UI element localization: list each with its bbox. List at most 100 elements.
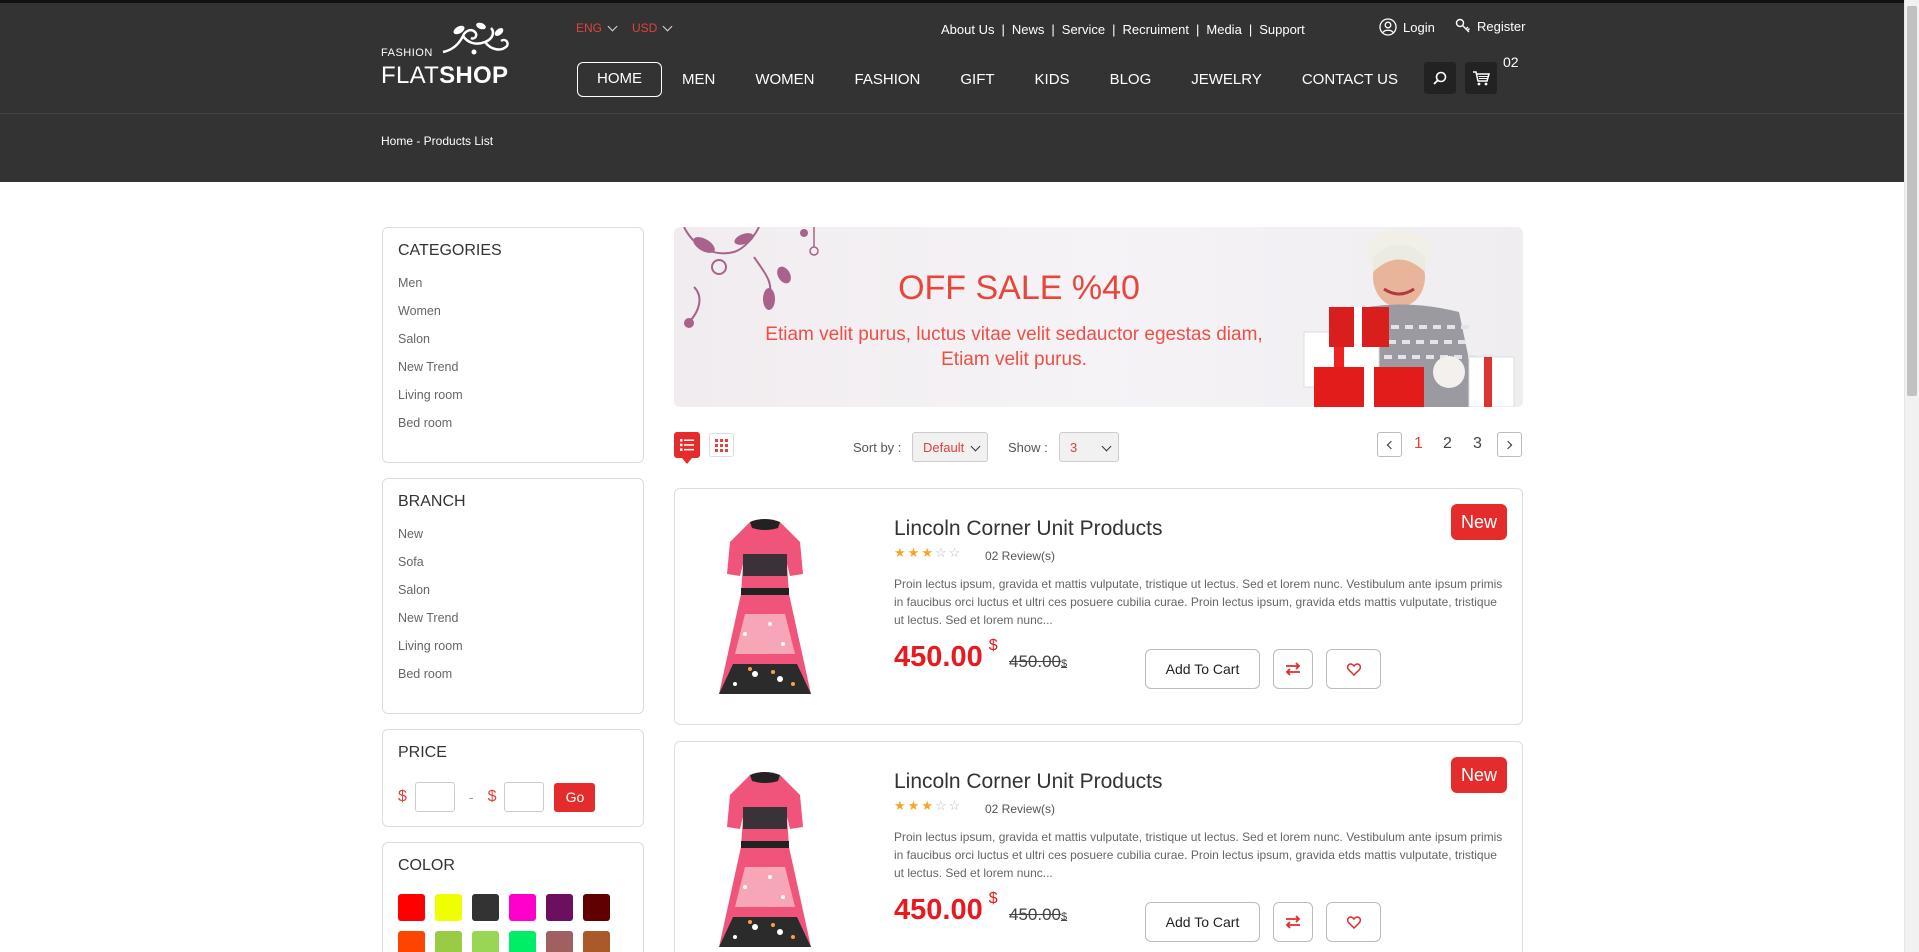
compare-icon	[1285, 662, 1301, 676]
grid-view-button[interactable]	[709, 433, 734, 457]
chevron-right-icon	[1503, 440, 1513, 449]
review-count[interactable]: 02 Review(s)	[985, 802, 1055, 816]
star-filled-icon: ★	[907, 545, 920, 560]
site-logo[interactable]: FASHION FLATSHOP	[381, 22, 521, 92]
category-item[interactable]: New Trend	[398, 357, 628, 385]
nav-jewelry[interactable]: JEWELRY	[1171, 62, 1282, 97]
color-swatch[interactable]	[472, 894, 499, 921]
color-swatch[interactable]	[398, 931, 425, 952]
search-button[interactable]	[1424, 62, 1456, 94]
nav-contact-us[interactable]: CONTACT US	[1282, 62, 1418, 97]
dress-image[interactable]	[715, 514, 815, 704]
link-recruiment[interactable]: Recruiment	[1123, 22, 1189, 37]
nav-blog[interactable]: BLOG	[1090, 62, 1172, 97]
prev-page-button[interactable]	[1377, 432, 1402, 457]
branch-item[interactable]: New	[398, 524, 628, 552]
cart-icon	[1473, 71, 1490, 86]
star-filled-icon: ★	[894, 545, 906, 560]
category-item[interactable]: Salon	[398, 329, 628, 357]
compare-button[interactable]	[1273, 649, 1313, 689]
show-select[interactable]: 3	[1059, 432, 1119, 462]
color-swatch[interactable]	[472, 931, 499, 952]
color-swatch[interactable]	[509, 894, 536, 921]
add-to-cart-button[interactable]: Add To Cart	[1145, 649, 1260, 689]
page-scrollbar[interactable]	[1904, 0, 1919, 952]
link-service[interactable]: Service	[1062, 22, 1105, 37]
color-swatch[interactable]	[583, 931, 610, 952]
cart-button[interactable]	[1465, 62, 1497, 94]
category-item[interactable]: Bed room	[398, 413, 628, 441]
chevron-down-icon	[662, 21, 673, 31]
compare-icon	[1285, 915, 1301, 929]
wishlist-button[interactable]	[1326, 649, 1381, 689]
color-swatch[interactable]	[509, 931, 536, 952]
nav-men[interactable]: MEN	[662, 62, 735, 97]
branch-item[interactable]: Salon	[398, 580, 628, 608]
sort-select[interactable]: Default	[912, 432, 988, 462]
grid-icon	[715, 438, 728, 452]
product-title[interactable]: Lincoln Corner Unit Products	[894, 517, 1162, 541]
product-title[interactable]: Lincoln Corner Unit Products	[894, 770, 1162, 794]
login-label: Login	[1403, 19, 1435, 35]
color-swatch[interactable]	[546, 931, 573, 952]
link-media[interactable]: Media	[1206, 22, 1241, 37]
price-go-button[interactable]: Go	[554, 782, 596, 812]
breadcrumb[interactable]: Home - Products List	[381, 134, 493, 148]
nav-fashion[interactable]: FASHION	[835, 62, 941, 97]
top-links: About Us | News | Service | Recruiment | Med…	[941, 22, 1305, 37]
color-swatch[interactable]	[435, 894, 462, 921]
product-description: Proin lectus ipsum, gravida et mattis vu…	[894, 830, 1503, 880]
show-value: 3	[1070, 439, 1078, 455]
chevron-down-icon	[607, 21, 618, 31]
category-item[interactable]: Women	[398, 301, 628, 329]
currency-value: USD	[632, 21, 658, 35]
add-to-cart-button[interactable]: Add To Cart	[1145, 902, 1260, 942]
color-swatch[interactable]	[583, 894, 610, 921]
category-item[interactable]: Living room	[398, 385, 628, 413]
nav-home[interactable]: HOME	[577, 62, 662, 97]
link-about-us[interactable]: About Us	[941, 22, 994, 37]
floral-decoration-icon	[683, 227, 819, 328]
sale-banner[interactable]: OFF SALE %40 Etiam velit purus, luctus v…	[674, 227, 1523, 407]
review-count[interactable]: 02 Review(s)	[985, 549, 1055, 563]
color-panel: COLOR	[382, 842, 644, 952]
branch-item[interactable]: Living room	[398, 636, 628, 664]
chevron-down-icon	[970, 441, 981, 452]
wishlist-button[interactable]	[1326, 902, 1381, 942]
color-title: COLOR	[398, 857, 455, 874]
nav-women[interactable]: WOMEN	[735, 62, 834, 97]
page-2[interactable]: 2	[1443, 435, 1452, 453]
product-old-price: 450.00$	[1009, 905, 1068, 924]
login-link[interactable]: Login	[1379, 18, 1435, 36]
dress-image[interactable]	[715, 767, 815, 952]
language-selector[interactable]: ENG	[576, 21, 618, 35]
category-item[interactable]: Men	[398, 273, 628, 301]
rating-stars: ★ ★ ★ ☆ ☆	[894, 799, 960, 812]
currency-selector[interactable]: USD	[632, 21, 673, 35]
new-badge: New	[1451, 504, 1507, 540]
search-icon	[1433, 71, 1447, 85]
color-swatch[interactable]	[398, 894, 425, 921]
compare-button[interactable]	[1273, 902, 1313, 942]
register-link[interactable]: Register	[1455, 18, 1525, 34]
nav-gift[interactable]: GIFT	[940, 62, 1014, 97]
star-filled-icon: ★	[921, 545, 933, 560]
scrollbar-thumb[interactable]	[1907, 6, 1917, 396]
product-old-price: 450.00$	[1009, 652, 1068, 671]
list-view-button[interactable]	[674, 432, 700, 464]
color-swatch[interactable]	[546, 894, 573, 921]
page-1[interactable]: 1	[1414, 435, 1423, 453]
link-support[interactable]: Support	[1259, 22, 1305, 37]
next-page-button[interactable]	[1497, 432, 1522, 457]
link-news[interactable]: News	[1012, 22, 1045, 37]
page-3[interactable]: 3	[1473, 435, 1482, 453]
nav-kids[interactable]: KIDS	[1015, 62, 1090, 97]
price-min-input[interactable]	[414, 782, 455, 812]
new-badge: New	[1451, 757, 1507, 793]
categories-panel: CATEGORIES Men Women Salon New Trend Liv…	[382, 227, 644, 463]
color-swatch[interactable]	[435, 931, 462, 952]
branch-item[interactable]: Sofa	[398, 552, 628, 580]
price-max-input[interactable]	[504, 782, 545, 812]
branch-item[interactable]: Bed room	[398, 664, 628, 692]
branch-item[interactable]: New Trend	[398, 608, 628, 636]
